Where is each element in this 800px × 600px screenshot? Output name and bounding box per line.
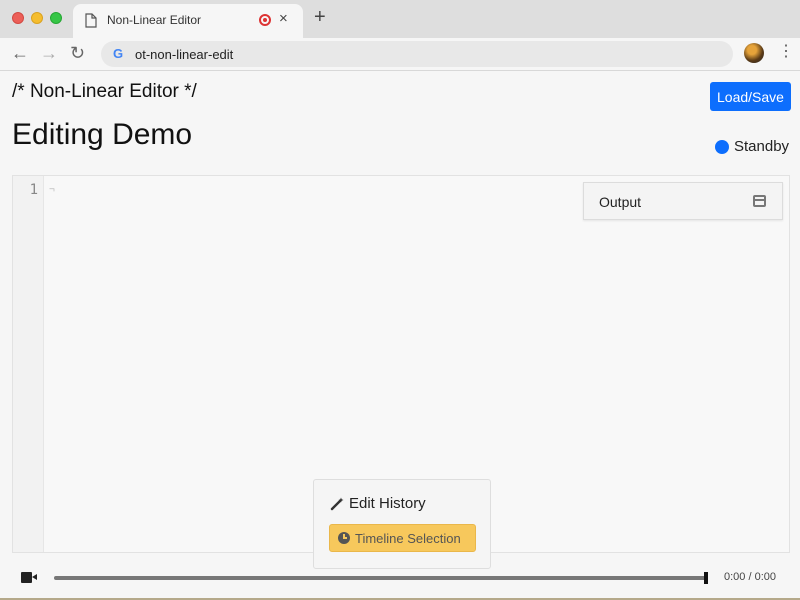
video-camera-icon[interactable] bbox=[21, 572, 37, 583]
url-text[interactable]: ot-non-linear-edit bbox=[135, 47, 233, 62]
playback-scrubber[interactable] bbox=[54, 576, 706, 580]
edit-history-panel: Edit History Timeline Selection bbox=[313, 479, 491, 569]
timeline-selection-button[interactable]: Timeline Selection bbox=[329, 524, 476, 552]
clock-icon bbox=[338, 532, 350, 544]
playback-bar: 0:00 / 0:00 bbox=[0, 560, 800, 600]
page-title: Editing Demo bbox=[12, 118, 193, 151]
playback-time: 0:00 / 0:00 bbox=[724, 571, 776, 583]
magic-wand-icon bbox=[330, 497, 344, 510]
browser-tab[interactable]: Non-Linear Editor × bbox=[73, 4, 303, 38]
end-of-line-marker: ¬ bbox=[49, 184, 55, 195]
load-save-button[interactable]: Load/Save bbox=[710, 82, 791, 111]
edit-history-title: Edit History bbox=[330, 495, 426, 512]
line-gutter: 1 bbox=[13, 176, 44, 552]
tab-title: Non-Linear Editor bbox=[107, 13, 202, 27]
document-icon bbox=[85, 13, 97, 28]
tab-close-button[interactable]: × bbox=[279, 10, 288, 27]
status-indicator: Standby bbox=[715, 138, 789, 155]
browser-menu-button[interactable]: ⋮ bbox=[778, 41, 794, 61]
scrubber-handle[interactable] bbox=[704, 572, 708, 584]
status-label: Standby bbox=[734, 138, 790, 155]
google-icon: G bbox=[113, 46, 124, 61]
new-tab-button[interactable]: + bbox=[314, 6, 326, 29]
window-zoom-button[interactable] bbox=[50, 12, 62, 24]
back-button[interactable]: ← bbox=[11, 43, 29, 64]
browser-toolbar: ← → ↻ G ot-non-linear-edit ⋮ bbox=[0, 38, 800, 71]
record-icon bbox=[259, 14, 271, 26]
app-heading: /* Non-Linear Editor */ bbox=[12, 81, 197, 102]
reload-button[interactable]: ↻ bbox=[70, 43, 85, 64]
window-minimize-button[interactable] bbox=[31, 12, 43, 24]
forward-button[interactable]: → bbox=[40, 43, 58, 64]
status-dot bbox=[715, 139, 729, 154]
timeline-selection-label: Timeline Selection bbox=[355, 530, 461, 546]
profile-avatar[interactable] bbox=[744, 43, 764, 63]
address-bar[interactable]: G ot-non-linear-edit bbox=[101, 41, 733, 67]
line-number: 1 bbox=[29, 182, 38, 198]
output-label: Output bbox=[599, 194, 642, 210]
browser-tab-bar: Non-Linear Editor × + bbox=[0, 0, 800, 38]
window-close-button[interactable] bbox=[12, 12, 24, 24]
output-panel-toggle[interactable]: Output bbox=[583, 182, 783, 220]
window-icon bbox=[753, 195, 766, 207]
edit-history-label: Edit History bbox=[349, 495, 426, 512]
